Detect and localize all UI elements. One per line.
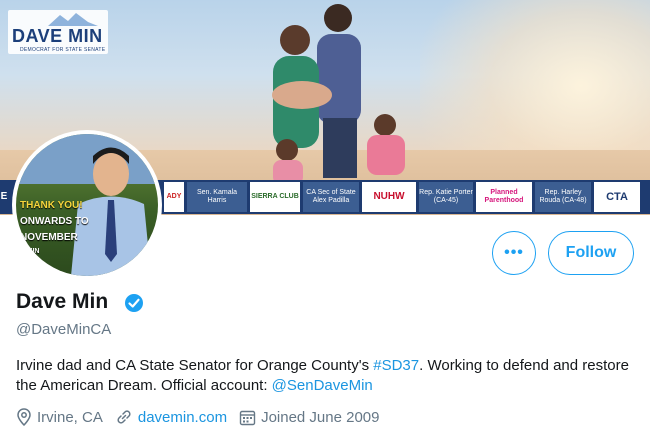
endorsement-chip: CA Sec of State Alex Padilla <box>303 182 359 212</box>
endorsement-chip: Rep. Harley Rouda (CA-48) <box>535 182 591 212</box>
endorsement-chip: E <box>0 191 8 202</box>
avatar-caption-line4: E MIN <box>20 248 40 255</box>
banner-family-photo <box>272 4 405 185</box>
avatar-photo: THANK YOU! ONWARDS TO NOVEMBER E MIN <box>16 134 158 276</box>
avatar-caption-line2: ONWARDS TO <box>20 216 89 227</box>
follow-button[interactable]: Follow <box>548 231 634 275</box>
endorsement-chip: Planned Parenthood <box>476 182 532 212</box>
more-icon: ••• <box>504 244 524 261</box>
display-name: Dave Min <box>16 290 109 313</box>
endorsement-chip: NUHW <box>362 182 416 212</box>
endorsement-chip: SIERRA CLUB <box>250 182 300 212</box>
endorsement-chip: Rep. Katie Porter (CA-45) <box>419 182 473 212</box>
logo-tagline: DEMOCRAT FOR STATE SENATE <box>20 47 106 53</box>
profile-meta: Irvine, CA davemin.com Joined June 2009 <box>16 408 392 426</box>
bio-hashtag-link[interactable]: #SD37 <box>373 357 419 374</box>
bio-text: Irvine dad and CA State Senator for Oran… <box>16 357 374 374</box>
campaign-logo: DAVE MIN DEMOCRAT FOR STATE SENATE <box>8 10 108 54</box>
more-options-button[interactable]: ••• <box>492 231 536 275</box>
avatar-caption-line3: NOVEMBER <box>20 232 78 243</box>
logo-name: DAVE MIN <box>12 26 103 46</box>
website-link[interactable]: davemin.com <box>138 409 227 426</box>
endorsement-chip: Sen. Kamala Harris <box>187 182 247 212</box>
profile-joined: Joined June 2009 <box>239 408 380 426</box>
bio-mention-link[interactable]: @SenDaveMin <box>272 377 373 394</box>
mountain-logo-icon <box>48 13 98 26</box>
profile-location: Irvine, CA <box>16 408 103 426</box>
avatar-caption-line1: THANK YOU! <box>20 200 83 211</box>
location-text: Irvine, CA <box>37 408 103 426</box>
calendar-icon <box>239 409 256 426</box>
joined-text: Joined June 2009 <box>261 408 380 426</box>
profile-website[interactable]: davemin.com <box>115 408 227 426</box>
profile-avatar[interactable]: THANK YOU! ONWARDS TO NOVEMBER E MIN <box>12 130 162 280</box>
verified-badge-icon <box>125 294 143 312</box>
endorsement-chip: CTA <box>594 182 640 212</box>
location-icon <box>16 408 32 426</box>
profile-bio: Irvine dad and CA State Senator for Oran… <box>16 356 636 396</box>
profile-handle: @DaveMinCA <box>16 321 112 338</box>
endorsement-chip: ADY <box>164 182 184 212</box>
link-icon <box>115 408 133 426</box>
